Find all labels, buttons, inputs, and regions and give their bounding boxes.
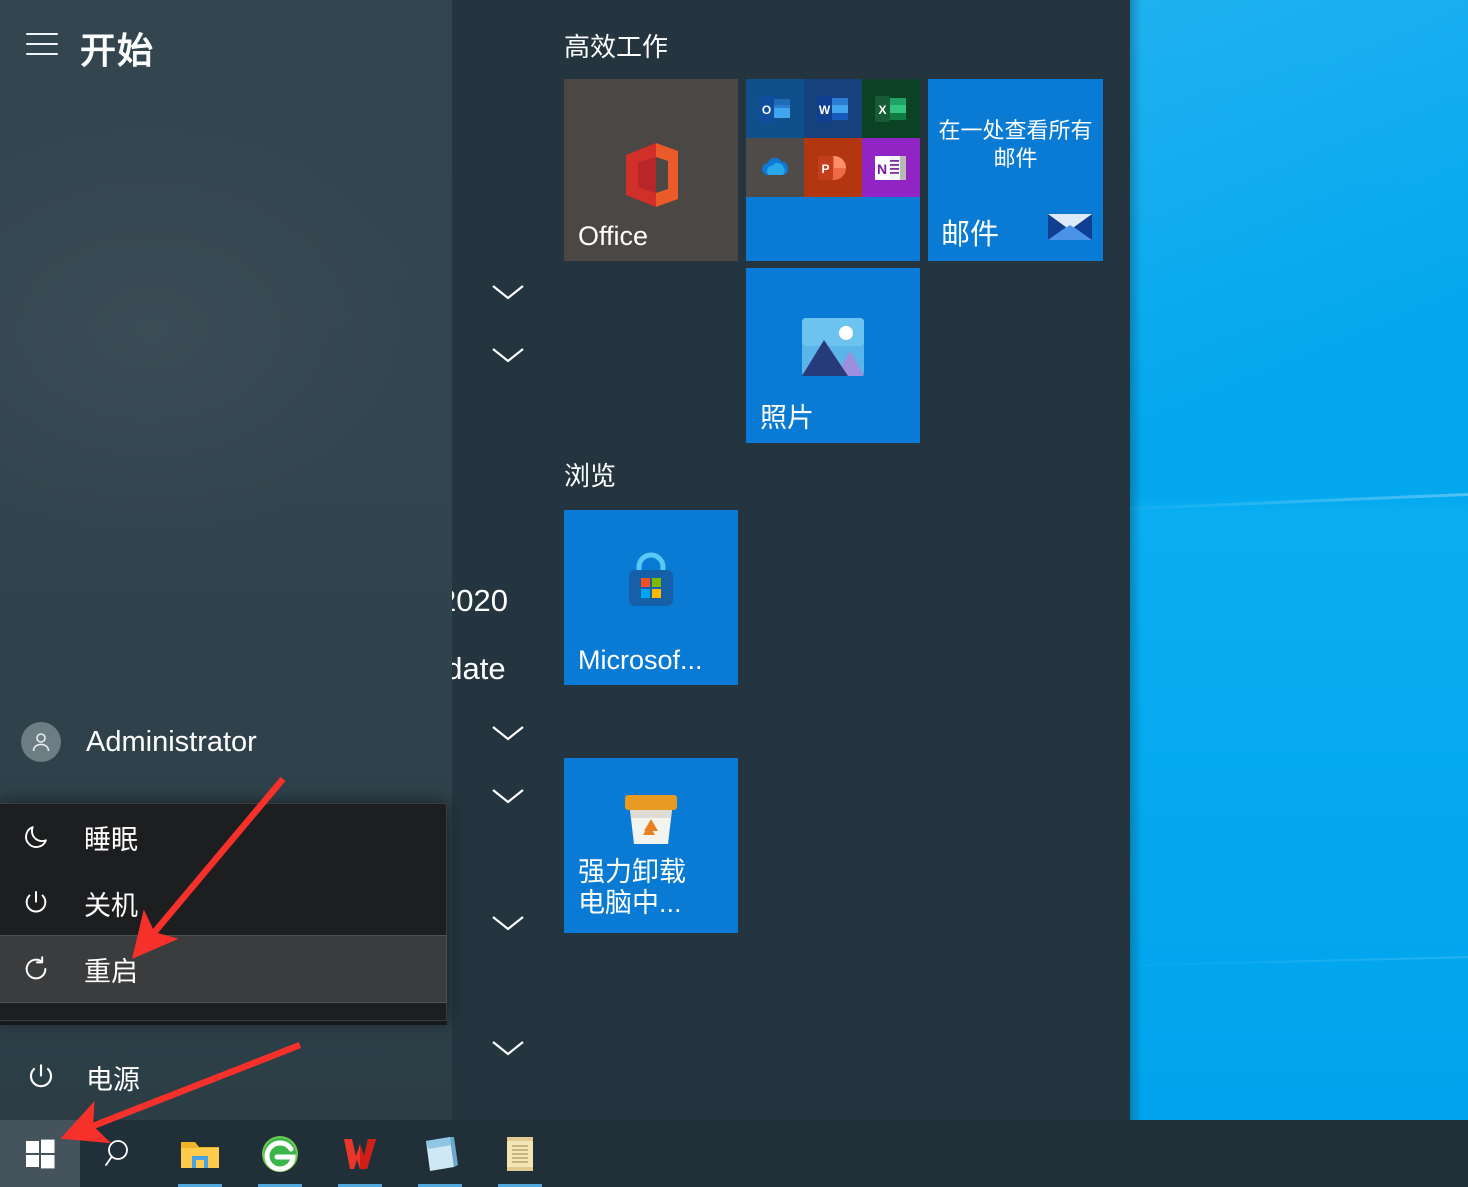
wps-w-icon [344,1138,376,1169]
chevron-down-icon[interactable] [489,913,527,933]
wallpaper-light-streak-secondary [1130,954,1468,968]
browser-e-icon [262,1135,298,1172]
search-button[interactable] [80,1120,160,1187]
mail-icon [1048,212,1092,247]
power-options-flyout: 睡眠 关机 重启 [0,803,447,1021]
power-option-label: 重启 [84,956,138,987]
tile-label: 照片 [760,403,814,434]
app-list-column: 2020 odate [452,0,555,1120]
start-menu-header: 开始 [0,0,452,96]
notepad-icon [426,1136,458,1171]
tile-group-title[interactable]: 高效工作 [564,27,668,64]
folder-icon [181,1141,219,1168]
notepad-button[interactable] [400,1120,480,1187]
tile-label: 邮件 [941,219,1000,251]
tile-uninstall-tool[interactable]: 强力卸载 电脑中... [564,758,738,933]
chevron-down-icon[interactable] [489,723,527,743]
tile-microsoft-store[interactable]: Microsof... [564,510,738,685]
power-menu-button[interactable]: 电源 [0,1048,452,1106]
hamburger-menu-icon[interactable] [26,33,58,57]
uninstall-icon [621,791,681,854]
wallpaper-light-streak [1130,491,1468,512]
tile-label: Microsof... [578,645,703,676]
taskbar [0,1120,1468,1187]
user-name-label: Administrator [86,725,257,758]
wallpaper-edge-shadow [1130,0,1142,1120]
svg-text:O: O [762,103,771,117]
start-menu: 开始 Administrator 电源 2020 odate [0,0,1130,1120]
tile-photos[interactable]: 照片 [746,268,920,443]
tile-suite-blue-strip [746,197,920,261]
document-scroll-icon [507,1136,533,1171]
mini-tile-onenote[interactable]: N [862,138,920,197]
mini-tile-outlook[interactable]: O [746,79,804,138]
tile-area: 高效工作 Office O W X P N 在一处查看所有邮件 邮件 照片 浏览… [555,0,1130,1120]
search-icon [105,1139,128,1166]
mini-tile-excel[interactable]: X [862,79,920,138]
file-explorer-button[interactable] [160,1120,240,1187]
moon-icon [14,823,58,851]
wps-office-button[interactable] [320,1120,400,1187]
windows-logo-icon [26,1139,55,1168]
start-button[interactable] [0,1120,80,1187]
desktop-wallpaper[interactable] [1130,0,1468,1120]
power-menu-label: 电源 [86,1064,140,1095]
mini-tile-onedrive[interactable] [746,138,804,197]
microsoft-store-icon [619,550,683,619]
chevron-down-icon[interactable] [489,282,527,302]
power-option-label: 关机 [84,890,138,921]
power-icon [14,889,58,917]
tile-label-line2: 电脑中... [578,888,682,919]
chevron-down-icon[interactable] [489,345,527,365]
tile-label: Office [578,221,649,252]
app-list-text-fragment[interactable]: 2020 [452,583,508,619]
svg-text:W: W [819,103,831,117]
mini-tile-powerpoint[interactable]: P [804,138,862,197]
power-option-shutdown[interactable]: 关机 [0,870,446,936]
svg-text:P: P [821,162,829,176]
power-option-sleep[interactable]: 睡眠 [0,804,446,870]
office-suite-grid: O W X P N [746,79,920,197]
office-icon [620,141,682,214]
chevron-down-icon[interactable] [489,786,527,806]
restart-icon [14,955,58,983]
power-icon [21,1062,61,1092]
power-option-restart[interactable]: 重启 [0,935,447,1003]
tile-label-line1: 强力卸载 [578,857,686,888]
power-option-label: 睡眠 [84,824,138,855]
tile-group-title[interactable]: 浏览 [564,456,616,493]
user-account-row[interactable]: Administrator [0,714,452,770]
tile-mail[interactable]: 在一处查看所有邮件 邮件 [928,79,1103,261]
tile-office-suite-group[interactable]: O W X P N [746,79,920,261]
mini-tile-word[interactable]: W [804,79,862,138]
svg-text:N: N [877,161,887,177]
document-button[interactable] [480,1120,560,1187]
tile-label: 强力卸载 电脑中... [578,857,686,919]
tile-mail-headline: 在一处查看所有邮件 [938,118,1093,172]
flyout-divider [0,1021,447,1025]
chevron-down-icon[interactable] [489,1038,527,1058]
page-title: 开始 [80,30,155,71]
browser-button[interactable] [240,1120,320,1187]
svg-text:X: X [878,103,886,117]
tile-office[interactable]: Office [564,79,738,261]
user-avatar-icon [21,722,61,762]
app-list-text-fragment[interactable]: odate [452,651,506,687]
photos-icon [802,318,864,381]
